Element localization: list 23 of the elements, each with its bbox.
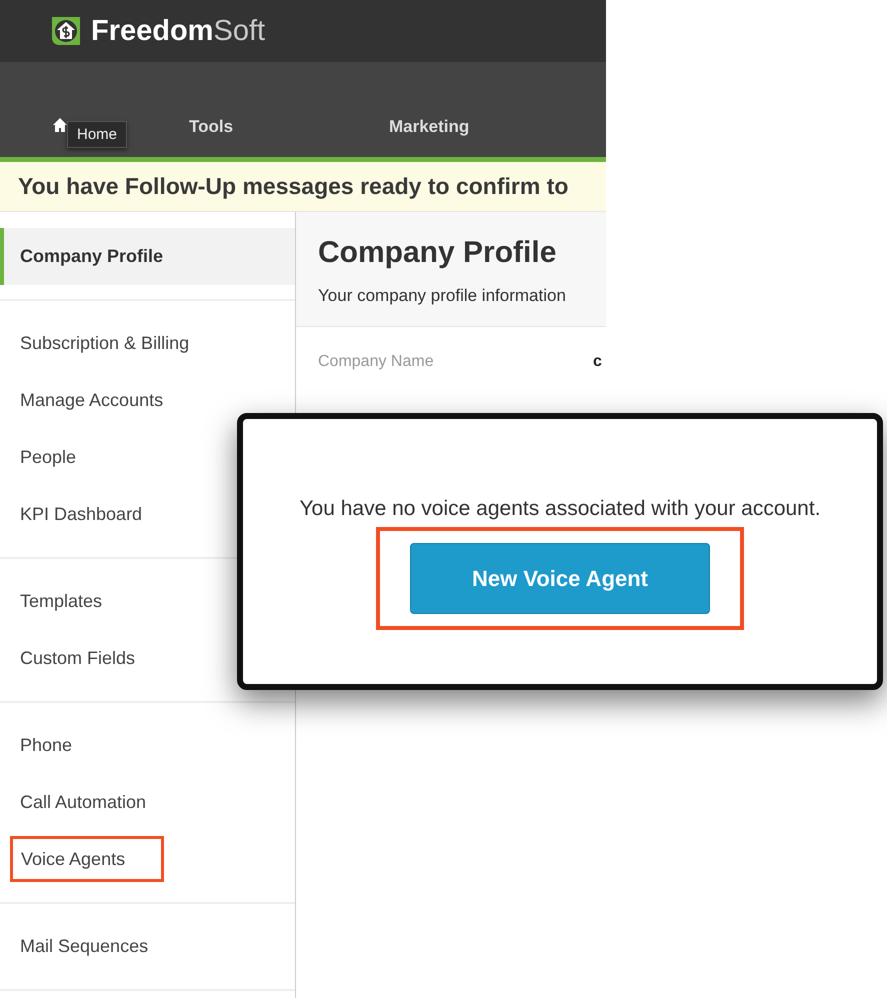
sidebar-item[interactable]: Mail Sequences	[2, 918, 148, 975]
nav-link[interactable]: Tools	[189, 117, 234, 137]
tooltip: Home	[67, 121, 128, 148]
sidebar-item[interactable]: People	[2, 429, 76, 486]
sidebar-item[interactable]: Templates	[2, 573, 102, 630]
field-label: Company Name	[318, 353, 435, 371]
sidebar-item[interactable]: Phone	[2, 717, 72, 774]
sidebar-item[interactable]: Manage Accounts	[2, 372, 164, 429]
sidebar-item[interactable]: KPI Dashboard	[2, 486, 142, 543]
empty-message: You have no voice agents associated with your account.	[299, 497, 821, 521]
sidebar-item[interactable]: Call Automation	[2, 774, 146, 831]
sidebar-item[interactable]: Voice Agents	[10, 836, 164, 882]
brand-name: FreedomSoft	[91, 14, 266, 48]
sidebar-item[interactable]: Custom Fields	[2, 630, 136, 687]
banner-message: You have Follow-Up messages ready to confirm to	[18, 173, 568, 200]
field-value: c	[593, 353, 602, 371]
page-subtitle: Your company profile information	[318, 286, 567, 306]
sidebar-item[interactable]: Subscription & Billing	[2, 315, 190, 372]
logo-icon	[49, 14, 83, 48]
home-icon[interactable]	[52, 116, 68, 134]
page-title: Company Profile	[318, 236, 558, 270]
sidebar-item[interactable]: Company Profile	[0, 228, 295, 285]
nav-link[interactable]: Marketing	[389, 117, 470, 137]
